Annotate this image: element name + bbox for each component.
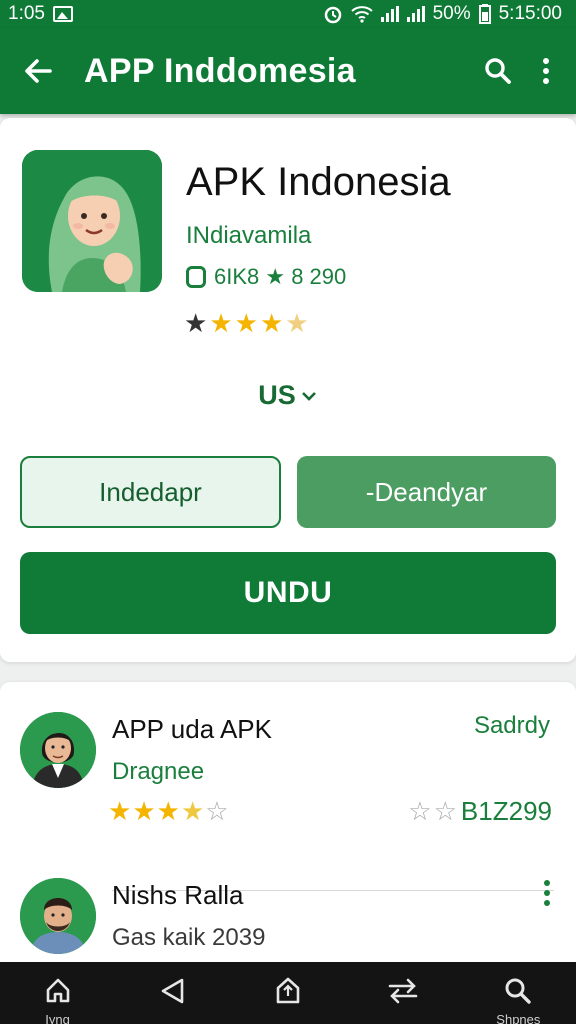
item-rating-stars: ★ ★ ★ ★ ☆	[108, 796, 229, 827]
nav-search-button[interactable]: Shpnes	[488, 976, 548, 1024]
item-action-link[interactable]: Sadrdy	[474, 712, 550, 740]
chevron-down-icon	[301, 391, 316, 401]
avatar	[20, 878, 96, 954]
battery-percent: 50%	[432, 3, 471, 24]
image-notification-icon	[52, 6, 73, 22]
user-avatar-icon	[20, 878, 96, 954]
app-list-card: APP uda APK Dragnee ★ ★ ★ ★ ☆ Sadrdy ☆ ☆…	[0, 682, 576, 982]
user-avatar-icon	[20, 712, 96, 788]
star-icon: ★	[209, 308, 233, 338]
item-subtitle: Dragnee	[112, 758, 205, 785]
search-icon	[485, 58, 511, 84]
status-time: 1:05	[8, 3, 45, 24]
app-rating-stars: ★ ★ ★ ★ ★	[184, 308, 309, 339]
battery-icon	[478, 4, 491, 24]
developer-name[interactable]: INdiavamila	[186, 222, 311, 250]
app-name: APK Indonesia	[186, 160, 451, 204]
signal-icon	[380, 6, 399, 22]
download-button[interactable]: UNDU	[20, 552, 556, 634]
nav-home-button[interactable]: Iyng	[28, 976, 88, 1024]
nav-share-label: Shpnes	[496, 1012, 541, 1024]
region-label: US	[258, 380, 296, 410]
arrow-left-icon	[25, 59, 52, 83]
alarm-icon	[324, 6, 341, 24]
app-meta: 6IK8 ★ 8 290	[186, 264, 346, 290]
status-clock: 5:15:00	[498, 3, 562, 24]
upload-icon	[276, 977, 300, 1004]
star-icon: ★	[259, 308, 284, 338]
app-meta-text: 6IK8 ★ 8 290	[214, 264, 347, 289]
status-bar: 1:05 50% 5:15:00	[0, 0, 576, 28]
back-triangle-icon	[161, 978, 184, 1004]
more-vertical-icon[interactable]	[544, 880, 550, 906]
star-icon: ★	[234, 308, 258, 338]
more-options-button[interactable]	[522, 43, 570, 99]
app-icon	[22, 150, 162, 292]
signal-icon-2	[406, 6, 425, 22]
status-left: 1:05	[8, 3, 73, 25]
nav-upload-button[interactable]	[258, 976, 318, 1024]
star-icon: ★	[108, 796, 132, 826]
item-title: Nishs Ralla	[112, 880, 244, 910]
item-rating: ☆ ☆ B1Z299	[408, 796, 552, 827]
install-count-icon	[186, 266, 206, 288]
more-vertical-icon	[543, 58, 549, 84]
item-rating-value: B1Z299	[460, 796, 552, 826]
search-icon	[505, 978, 532, 1004]
app-bar: APP Inddomesia	[0, 28, 576, 114]
status-right: 50% 5:15:00	[323, 3, 562, 25]
wifi-icon	[350, 6, 373, 23]
item-subtitle: Gas kaik 2039	[112, 924, 266, 951]
nav-home-label: Iyng	[45, 1012, 70, 1024]
list-item[interactable]: APP uda APK Dragnee ★ ★ ★ ★ ☆ Sadrdy ☆ ☆…	[0, 712, 576, 891]
back-button[interactable]	[10, 43, 66, 99]
search-button[interactable]	[474, 43, 522, 99]
home-icon	[46, 978, 69, 1003]
star-empty-icon: ☆	[408, 796, 432, 826]
star-half-icon: ★	[285, 308, 309, 338]
region-selector[interactable]: US	[0, 380, 576, 411]
star-empty-icon: ☆	[205, 796, 229, 826]
star-icon: ★	[184, 308, 208, 338]
secondary-button-left[interactable]: Indedapr	[20, 456, 281, 528]
swap-icon	[388, 978, 418, 1004]
star-half-icon: ★	[180, 796, 205, 826]
star-empty-icon: ☆	[433, 796, 457, 826]
nav-swap-button[interactable]	[373, 976, 433, 1024]
item-title: APP uda APK	[112, 714, 272, 744]
app-detail-card: APK Indonesia INdiavamila 6IK8 ★ 8 290 ★…	[0, 118, 576, 662]
star-icon: ★	[132, 796, 156, 826]
nav-back-button[interactable]	[143, 976, 203, 1024]
navigation-bar: Iyng Shpnes	[0, 962, 576, 1024]
hijab-girl-logo-icon	[22, 150, 162, 292]
secondary-button-right[interactable]: -Deandyar	[297, 456, 556, 528]
page-title: APP Inddomesia	[84, 51, 356, 90]
star-icon: ★	[156, 796, 180, 826]
avatar	[20, 712, 96, 788]
